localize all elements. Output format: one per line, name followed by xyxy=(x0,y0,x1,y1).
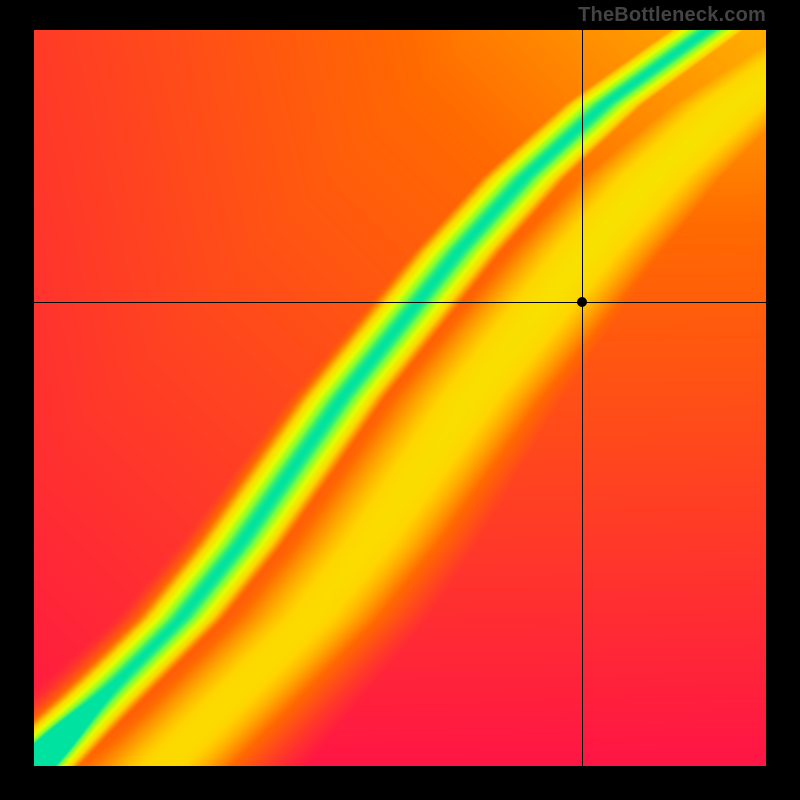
watermark-text: TheBottleneck.com xyxy=(578,0,766,30)
chart-frame: TheBottleneck.com xyxy=(0,0,800,800)
heatmap-plot xyxy=(34,30,766,766)
heatmap-canvas xyxy=(34,30,766,766)
